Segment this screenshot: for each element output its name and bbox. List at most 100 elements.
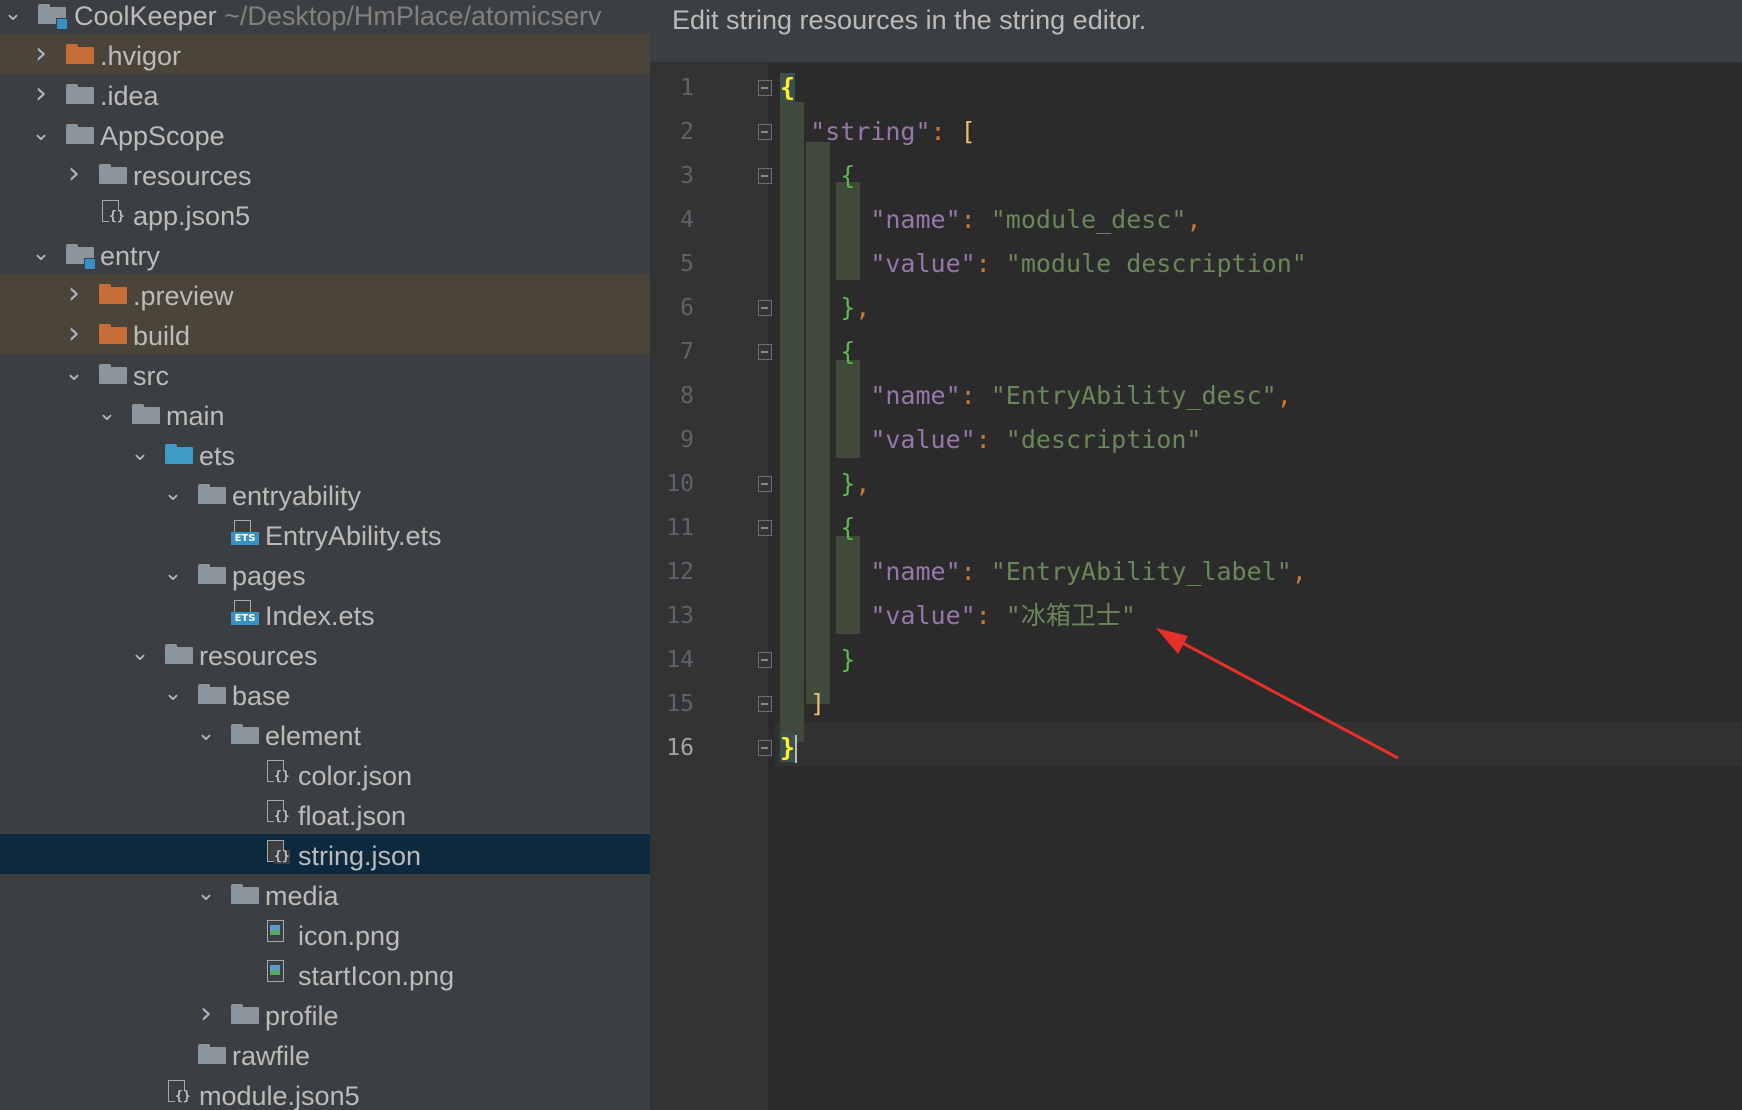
tree-item[interactable]: ⌄ base: [0, 674, 650, 714]
tree-item[interactable]: ⌄ main: [0, 394, 650, 434]
tree-item-label: AppScope: [100, 121, 225, 151]
tree-item-label: base: [232, 681, 291, 711]
tree-item[interactable]: ⌄ entryability: [0, 474, 650, 514]
tree-root-row[interactable]: ⌄ CoolKeeper ~/Desktop/HmPlace/atomicser…: [0, 0, 650, 34]
tree-item[interactable]: {} module.json5: [0, 1074, 650, 1110]
tree-item[interactable]: › build: [0, 314, 650, 354]
tree-item[interactable]: ⌄ pages: [0, 554, 650, 594]
json-file-icon: {}: [264, 840, 290, 868]
folder-icon: [165, 644, 193, 666]
tree-item[interactable]: ⌄ element: [0, 714, 650, 754]
tree-item-label: .preview: [133, 281, 234, 311]
tree-item-label: profile: [265, 1001, 339, 1031]
chevron-right-icon[interactable]: ›: [195, 994, 217, 1034]
chevron-down-icon[interactable]: ⌄: [30, 234, 52, 274]
chevron-down-icon[interactable]: ⌄: [30, 114, 52, 154]
tree-item-label: element: [265, 721, 362, 751]
folder-icon: [231, 724, 259, 746]
tree-item-label: EntryAbility.ets: [265, 521, 442, 551]
chevron-right-icon[interactable]: ›: [63, 314, 85, 354]
folder-icon: [66, 84, 94, 106]
json-file-icon: {}: [99, 200, 125, 228]
chevron-down-icon[interactable]: ⌄: [162, 474, 184, 514]
folder-icon: [231, 1004, 259, 1026]
tree-item[interactable]: › .idea: [0, 74, 650, 114]
tree-item-label: build: [133, 321, 191, 351]
folder-icon: [99, 364, 127, 386]
code-editor[interactable]: Edit string resources in the string edit…: [650, 0, 1742, 1110]
json-file-icon: {}: [264, 760, 290, 788]
tree-item[interactable]: › resources: [0, 154, 650, 194]
folder-icon: [198, 684, 226, 706]
project-tree: ⌄ CoolKeeper ~/Desktop/HmPlace/atomicser…: [0, 0, 650, 1110]
tree-item[interactable]: ⌄ entry: [0, 234, 650, 274]
ets-file-icon: ETS: [231, 520, 259, 548]
tree-item[interactable]: › .hvigor: [0, 34, 650, 74]
folder-icon: [198, 1044, 226, 1066]
folder-icon: [66, 124, 94, 146]
json-file-icon: {}: [264, 800, 290, 828]
tree-item[interactable]: ⌄ src: [0, 354, 650, 394]
tree-item-label: pages: [232, 561, 306, 591]
chevron-down-icon[interactable]: ⌄: [162, 554, 184, 594]
tree-item[interactable]: ETS Index.ets: [0, 594, 650, 634]
image-file-icon: [264, 920, 286, 948]
ets-file-icon: ETS: [231, 600, 259, 628]
tree-item[interactable]: startIcon.png: [0, 954, 650, 994]
image-file-icon: [264, 960, 286, 988]
chevron-right-icon[interactable]: ›: [30, 74, 52, 114]
folder-excluded-icon: [99, 324, 127, 346]
folder-icon: [99, 164, 127, 186]
folder-icon: [132, 404, 160, 426]
folder-icon: [198, 484, 226, 506]
tree-item-label: startIcon.png: [298, 961, 455, 991]
chevron-down-icon[interactable]: ⌄: [2, 0, 24, 34]
tree-item-label: main: [166, 401, 225, 431]
chevron-down-icon[interactable]: ⌄: [129, 434, 151, 474]
chevron-right-icon[interactable]: ›: [63, 154, 85, 194]
chevron-down-icon[interactable]: ⌄: [195, 874, 217, 914]
tree-item[interactable]: {} float.json: [0, 794, 650, 834]
tree-item[interactable]: ETS EntryAbility.ets: [0, 514, 650, 554]
chevron-down-icon[interactable]: ⌄: [195, 714, 217, 754]
folder-excluded-icon: [99, 284, 127, 306]
chevron-down-icon[interactable]: ⌄: [129, 634, 151, 674]
tree-item[interactable]: ⌄ AppScope: [0, 114, 650, 154]
tree-item-label: ets: [199, 441, 236, 471]
chevron-right-icon[interactable]: ›: [63, 274, 85, 314]
folder-icon: [198, 564, 226, 586]
tree-item-label: module.json5: [199, 1081, 360, 1110]
tree-item-label: .idea: [100, 81, 159, 111]
tree-item[interactable]: {} color.json: [0, 754, 650, 794]
tree-item-label: entry: [100, 241, 161, 271]
tree-item-label: rawfile: [232, 1041, 311, 1071]
tree-item-label: app.json5: [133, 201, 251, 231]
folder-excluded-icon: [66, 44, 94, 66]
tree-item[interactable]: {} string.json: [0, 834, 650, 874]
tree-item-label: icon.png: [298, 921, 401, 951]
tree-item-label: float.json: [298, 801, 407, 831]
tree-item[interactable]: rawfile: [0, 1034, 650, 1074]
module-folder-icon: [66, 244, 96, 270]
tree-item[interactable]: {} app.json5: [0, 194, 650, 234]
tree-item[interactable]: ⌄ ets: [0, 434, 650, 474]
folder-icon: [231, 884, 259, 906]
project-name: CoolKeeper: [74, 1, 217, 31]
chevron-down-icon[interactable]: ⌄: [96, 394, 118, 434]
chevron-down-icon[interactable]: ⌄: [63, 354, 85, 394]
tree-item[interactable]: ⌄ media: [0, 874, 650, 914]
tree-item[interactable]: ⌄ resources: [0, 634, 650, 674]
project-path: ~/Desktop/HmPlace/atomicserv: [224, 1, 602, 31]
tree-item-label: src: [133, 361, 169, 391]
json-file-icon: {}: [165, 1080, 191, 1108]
tree-item-label: color.json: [298, 761, 413, 791]
tree-item-label: media: [265, 881, 339, 911]
tree-item[interactable]: › .preview: [0, 274, 650, 314]
red-arrow-annotation: [1156, 628, 1399, 760]
tree-item[interactable]: › profile: [0, 994, 650, 1034]
chevron-down-icon[interactable]: ⌄: [162, 674, 184, 714]
chevron-right-icon[interactable]: ›: [30, 34, 52, 74]
module-folder-icon: [38, 4, 68, 30]
tree-item-label: string.json: [298, 841, 422, 871]
tree-item[interactable]: icon.png: [0, 914, 650, 954]
